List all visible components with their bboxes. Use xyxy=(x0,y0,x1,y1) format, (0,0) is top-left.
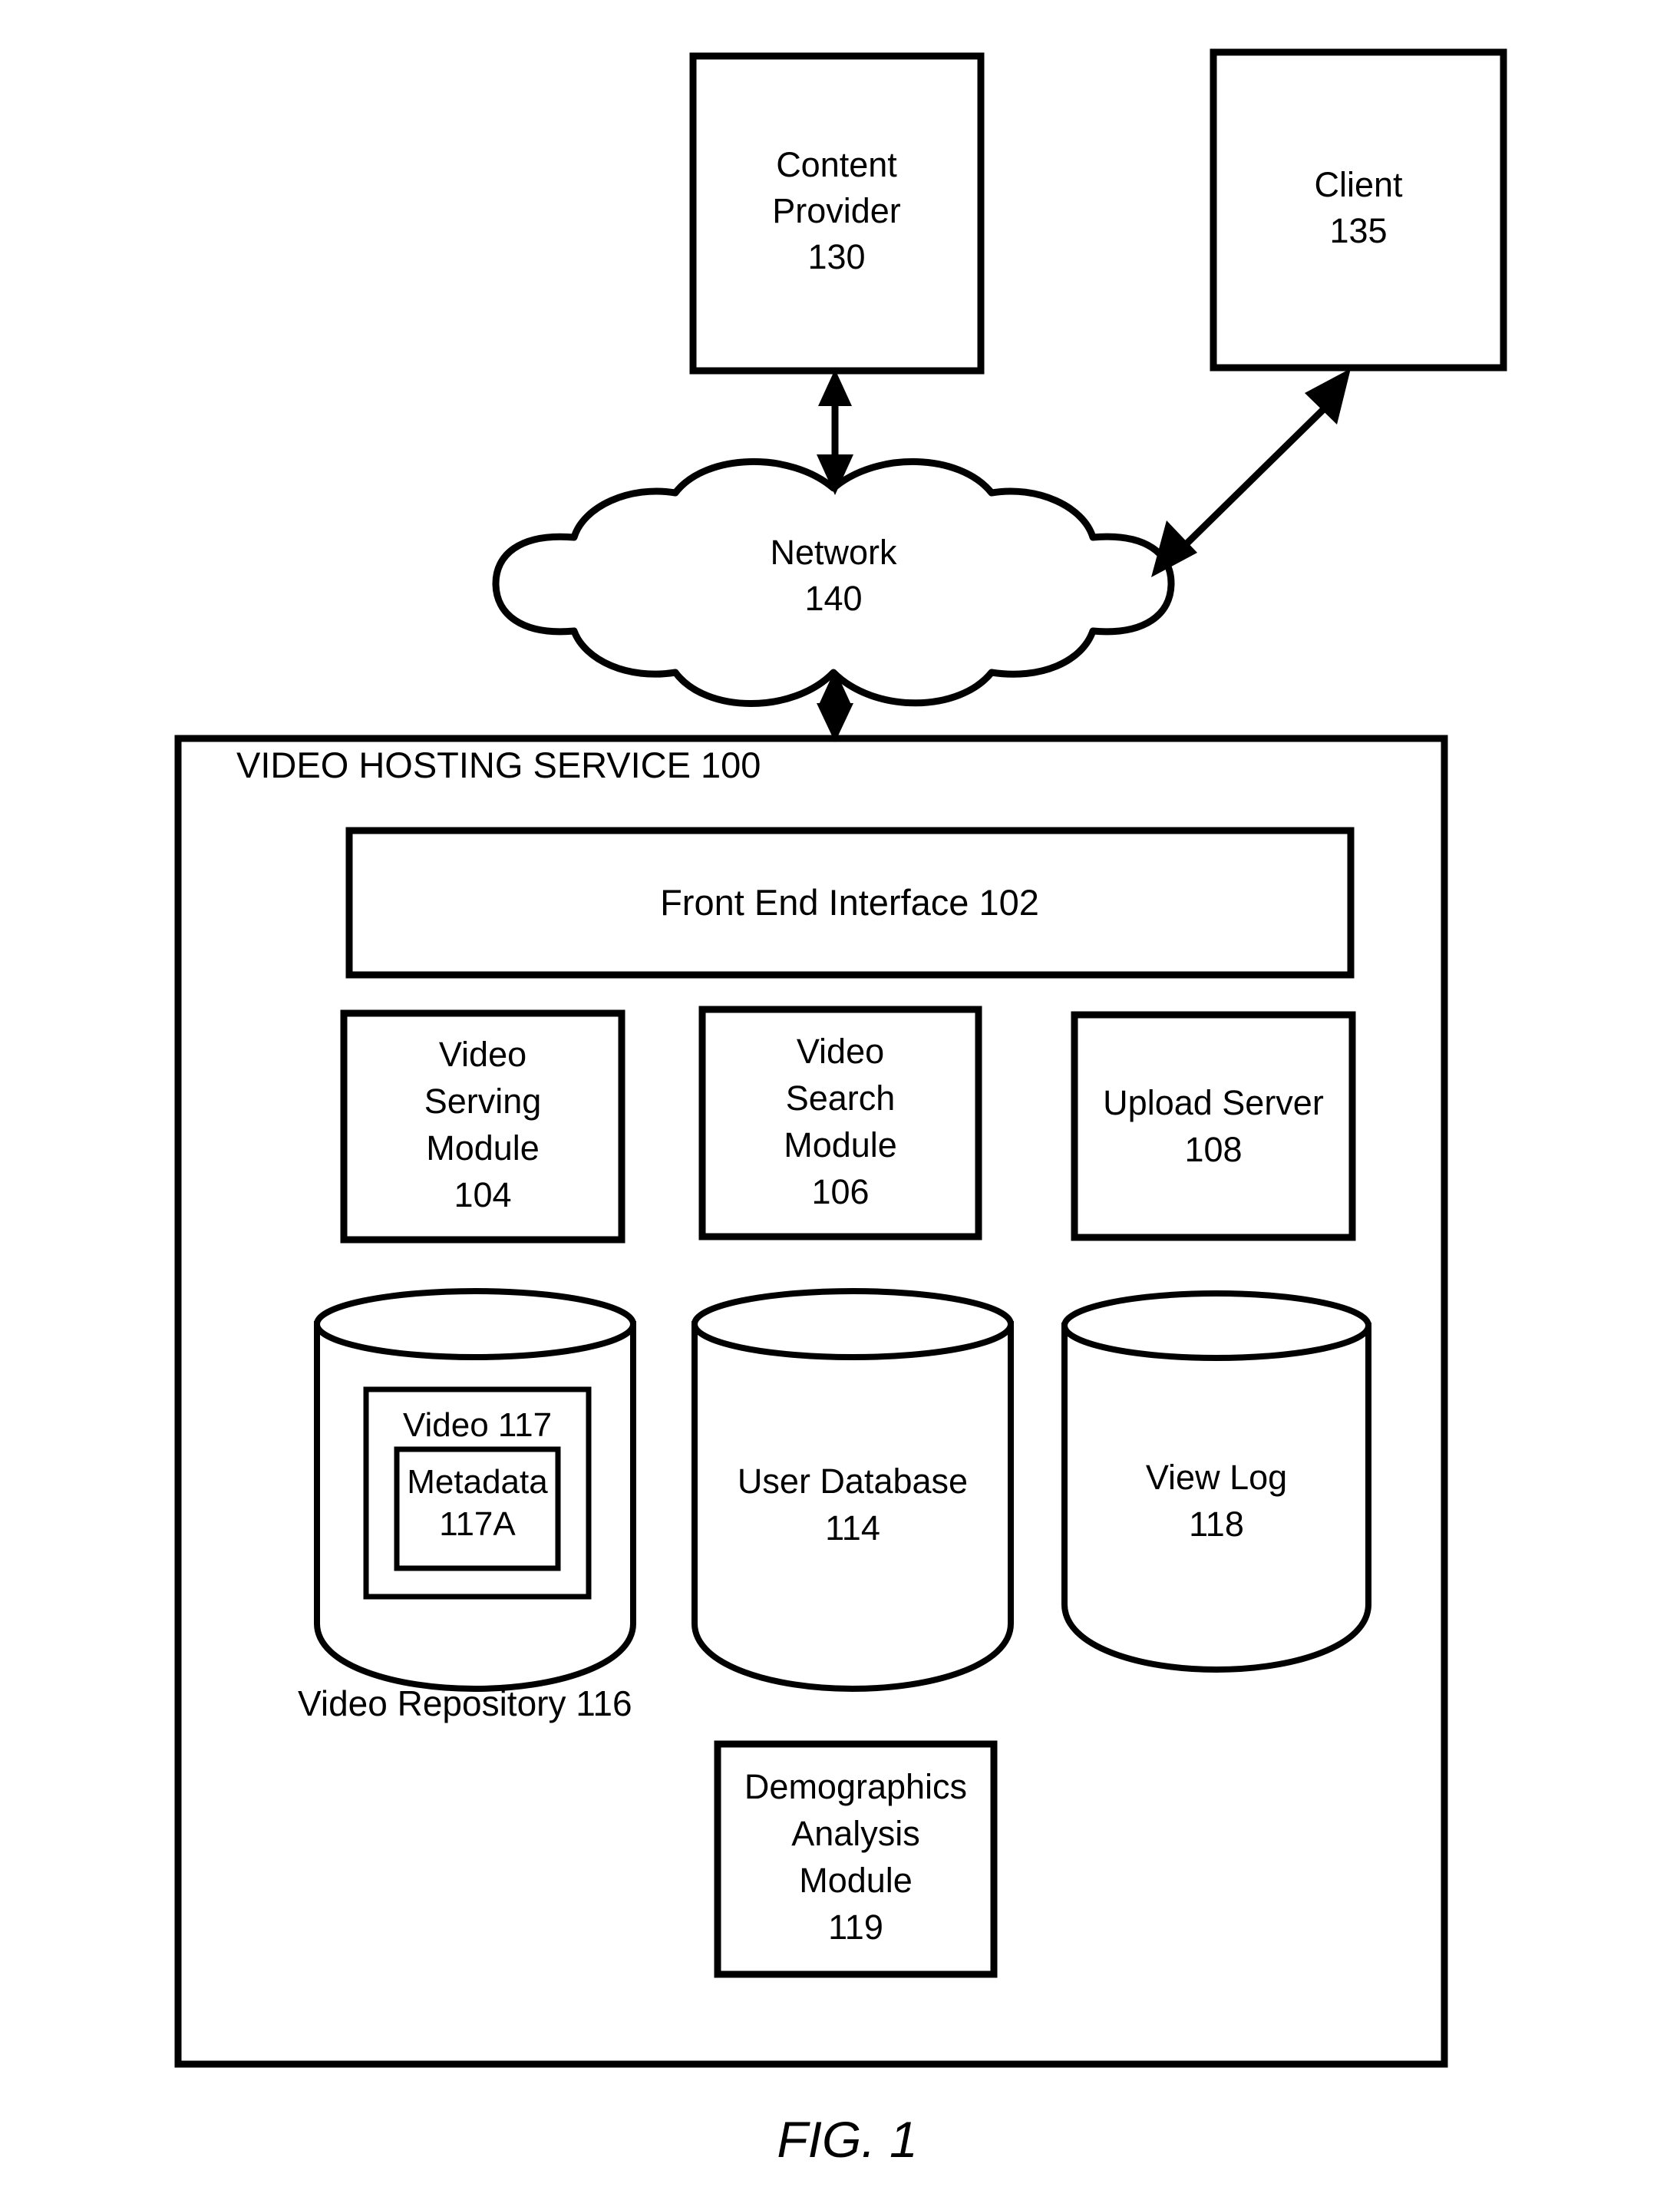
video-serving-module-line2: Serving xyxy=(424,1082,542,1121)
client-line2: 135 xyxy=(1329,211,1387,250)
content-provider-node: Content Provider 130 xyxy=(689,52,985,375)
video-search-module-line1: Video xyxy=(797,1032,884,1071)
front-end-interface-node: Front End Interface 102 xyxy=(345,827,1355,979)
client-node: Client 135 xyxy=(1210,48,1507,372)
upload-server-line2: 108 xyxy=(1184,1130,1242,1169)
user-database-cylinder-top xyxy=(691,1288,1014,1360)
metadata-117a-line2: 117A xyxy=(439,1505,516,1543)
metadata-117a-line1: Metadata xyxy=(407,1463,548,1501)
view-log-cylinder-top xyxy=(1061,1290,1371,1361)
demographics-analysis-module-line1: Demographics xyxy=(744,1767,967,1806)
demographics-analysis-module-line3: Module xyxy=(799,1861,913,1900)
video-search-module-line2: Search xyxy=(786,1079,896,1118)
view-log-line1: View Log xyxy=(1146,1458,1287,1497)
video-117-label: Video 117 xyxy=(403,1406,552,1444)
user-database-node: User Database 114 xyxy=(691,1288,1014,1693)
video-repository-cylinder-top xyxy=(314,1288,636,1360)
view-log-line2: 118 xyxy=(1189,1505,1244,1544)
client-network-arrowhead-upper xyxy=(1305,368,1351,424)
content-provider-line2: Provider xyxy=(772,191,901,230)
user-database-line2: 114 xyxy=(825,1508,880,1548)
video-search-module-line4: 106 xyxy=(811,1172,869,1211)
patent-figure: Content Provider 130 Client 135 Network … xyxy=(0,0,1680,2200)
video-search-module-line3: Module xyxy=(784,1125,897,1164)
diagram-canvas: Content Provider 130 Client 135 Network … xyxy=(174,48,1507,2168)
view-log-node: View Log 118 xyxy=(1061,1290,1371,1673)
upload-server-node: Upload Server 108 xyxy=(1071,1011,1356,1241)
content-provider-line1: Content xyxy=(776,145,897,184)
content-provider-line3: 130 xyxy=(807,237,865,276)
network-node: Network 140 xyxy=(492,458,1175,707)
figure-caption: FIG. 1 xyxy=(777,2111,917,2168)
user-database-cylinder-body xyxy=(691,1321,1014,1693)
client-line1: Client xyxy=(1314,165,1403,204)
connector-client-to-network xyxy=(1151,368,1351,577)
video-serving-module-line3: Module xyxy=(426,1128,540,1168)
upload-server-line1: Upload Server xyxy=(1103,1083,1324,1122)
front-end-interface-label: Front End Interface 102 xyxy=(660,882,1039,923)
video-hosting-service-title: VIDEO HOSTING SERVICE 100 xyxy=(236,745,761,785)
client-box xyxy=(1210,48,1507,372)
video-repository-node: Video 117 Metadata 117A Video Repository… xyxy=(298,1288,636,1723)
network-line1: Network xyxy=(770,533,897,572)
video-repository-label: Video Repository 116 xyxy=(298,1683,632,1723)
demographics-analysis-module-line4: 119 xyxy=(828,1908,883,1947)
video-search-module-node: Video Search Module 106 xyxy=(698,1006,982,1240)
cp-network-arrowhead-up xyxy=(818,369,852,406)
demographics-analysis-module-node: Demographics Analysis Module 119 xyxy=(714,1740,998,1978)
demographics-analysis-module-line2: Analysis xyxy=(791,1814,920,1853)
network-line2: 140 xyxy=(804,579,862,618)
video-serving-module-line1: Video xyxy=(439,1035,526,1074)
upload-server-box xyxy=(1071,1011,1356,1241)
video-serving-module-node: Video Serving Module 104 xyxy=(340,1009,625,1244)
view-log-cylinder-body xyxy=(1061,1323,1371,1673)
user-database-line1: User Database xyxy=(738,1462,968,1501)
client-network-line xyxy=(1167,395,1338,563)
video-serving-module-line4: 104 xyxy=(454,1175,511,1214)
